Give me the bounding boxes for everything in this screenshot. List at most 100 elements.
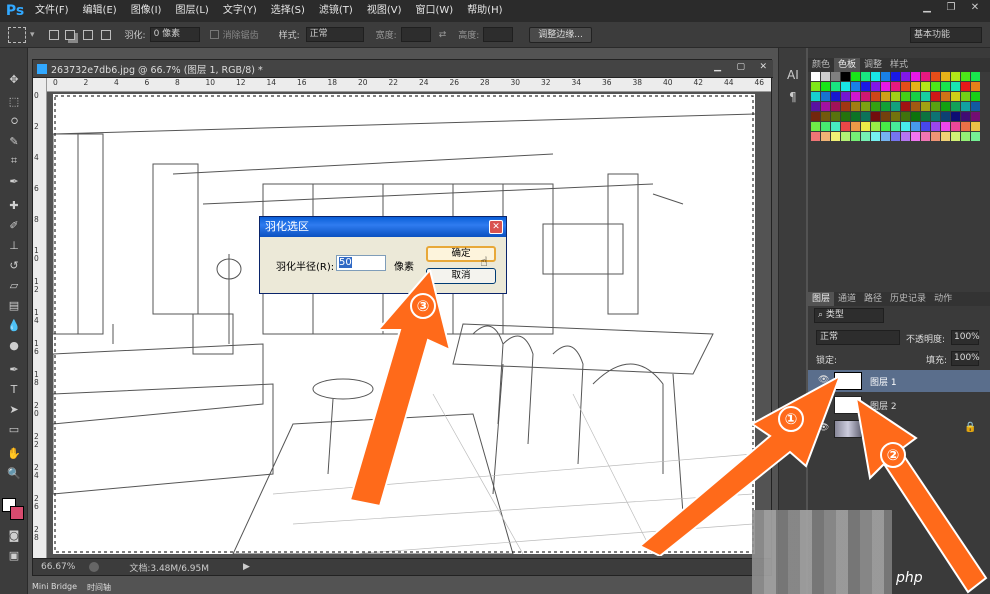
height-input[interactable]	[483, 27, 514, 42]
tab-adjustments[interactable]: 调整	[860, 58, 886, 72]
color-swatch[interactable]	[871, 82, 880, 91]
color-swatch[interactable]	[811, 122, 820, 131]
color-swatch[interactable]	[861, 132, 870, 141]
color-swatch[interactable]	[951, 122, 960, 131]
color-swatch[interactable]	[941, 132, 950, 141]
color-swatch[interactable]	[971, 102, 980, 111]
tab-actions[interactable]: 动作	[930, 292, 956, 306]
path-select-icon[interactable]: ➤	[4, 400, 24, 418]
feather-radius-input[interactable]: 50	[336, 255, 386, 271]
color-swatch[interactable]	[891, 92, 900, 101]
color-swatch[interactable]	[961, 102, 970, 111]
color-swatch[interactable]	[841, 82, 850, 91]
color-swatch[interactable]	[831, 132, 840, 141]
color-swatch[interactable]	[871, 72, 880, 81]
paragraph-panel-icon[interactable]: ¶	[789, 90, 797, 104]
color-swatch[interactable]	[891, 132, 900, 141]
color-swatch[interactable]	[911, 122, 920, 131]
color-swatch[interactable]	[931, 92, 940, 101]
color-swatch[interactable]	[931, 82, 940, 91]
refine-edge-button[interactable]: 调整边缘...	[529, 26, 592, 43]
color-swatch[interactable]	[901, 92, 910, 101]
new-selection-icon[interactable]	[48, 29, 59, 40]
color-swatch[interactable]	[971, 92, 980, 101]
restore-icon[interactable]: ❐	[942, 2, 960, 16]
color-swatch[interactable]	[891, 122, 900, 131]
color-swatch[interactable]	[921, 82, 930, 91]
menu-type[interactable]: 文字(Y)	[216, 0, 264, 22]
gradient-tool-icon[interactable]: ▤	[4, 296, 24, 314]
color-swatch[interactable]	[931, 112, 940, 121]
color-swatch[interactable]	[841, 72, 850, 81]
color-swatch[interactable]	[911, 92, 920, 101]
color-swatch[interactable]	[811, 82, 820, 91]
move-tool-icon[interactable]: ✥	[4, 70, 24, 88]
color-swatch[interactable]	[851, 132, 860, 141]
add-selection-icon[interactable]	[64, 29, 75, 40]
lasso-tool-icon[interactable]: ഠ	[4, 112, 24, 130]
color-swatch[interactable]	[881, 132, 890, 141]
color-swatch[interactable]	[841, 92, 850, 101]
menu-edit[interactable]: 编辑(E)	[76, 0, 124, 22]
eyedropper-icon[interactable]: ✒	[4, 172, 24, 190]
color-swatch[interactable]	[921, 122, 930, 131]
color-swatch[interactable]	[861, 102, 870, 111]
hand-tool-icon[interactable]: ✋	[4, 444, 24, 462]
color-swatch[interactable]	[971, 122, 980, 131]
background-color-swatch[interactable]	[10, 506, 24, 520]
color-swatch[interactable]	[821, 72, 830, 81]
color-swatch[interactable]	[911, 112, 920, 121]
color-swatch[interactable]	[931, 132, 940, 141]
color-swatch[interactable]	[911, 102, 920, 111]
tab-swatches[interactable]: 色板	[834, 58, 861, 72]
color-swatch[interactable]	[821, 132, 830, 141]
color-swatch[interactable]	[931, 122, 940, 131]
color-swatch[interactable]	[871, 122, 880, 131]
color-swatch[interactable]	[901, 82, 910, 91]
color-swatch[interactable]	[871, 102, 880, 111]
brush-tool-icon[interactable]: ✐	[4, 216, 24, 234]
color-swatch[interactable]	[901, 72, 910, 81]
color-swatch[interactable]	[891, 72, 900, 81]
color-swatch[interactable]	[881, 122, 890, 131]
color-swatch[interactable]	[901, 112, 910, 121]
color-swatch[interactable]	[951, 82, 960, 91]
color-swatch[interactable]	[841, 112, 850, 121]
dialog-close-icon[interactable]: ✕	[489, 220, 503, 234]
color-swatch[interactable]	[811, 132, 820, 141]
tab-paths[interactable]: 路径	[860, 292, 886, 306]
color-swatch[interactable]	[901, 102, 910, 111]
opacity-input[interactable]: 100%	[951, 330, 980, 345]
color-swatch[interactable]	[851, 122, 860, 131]
color-swatch[interactable]	[951, 112, 960, 121]
blend-mode-select[interactable]: 正常	[816, 330, 900, 345]
zoom-tool-icon[interactable]: 🔍	[4, 464, 24, 482]
color-swatch[interactable]	[961, 82, 970, 91]
color-swatch[interactable]	[961, 92, 970, 101]
antialias-checkbox[interactable]	[209, 30, 219, 39]
shape-tool-icon[interactable]: ▭	[4, 420, 24, 438]
chevron-down-icon[interactable]: ▾	[30, 30, 35, 40]
menu-layer[interactable]: 图层(L)	[168, 0, 215, 22]
color-swatch[interactable]	[861, 112, 870, 121]
marquee-tool-icon[interactable]: ⬚	[4, 92, 24, 110]
type-tool-icon[interactable]: T	[4, 380, 24, 398]
color-swatch[interactable]	[921, 132, 930, 141]
color-swatch[interactable]	[811, 112, 820, 121]
color-swatch[interactable]	[911, 72, 920, 81]
color-swatch[interactable]	[941, 82, 950, 91]
color-swatch[interactable]	[911, 132, 920, 141]
menu-help[interactable]: 帮助(H)	[460, 0, 509, 22]
color-swatch[interactable]	[861, 82, 870, 91]
pen-tool-icon[interactable]: ✒	[4, 360, 24, 378]
color-swatch[interactable]	[831, 72, 840, 81]
color-swatch[interactable]	[851, 92, 860, 101]
tab-mini-bridge[interactable]: Mini Bridge	[32, 582, 77, 594]
color-swatch[interactable]	[941, 122, 950, 131]
crop-tool-icon[interactable]: ⌗	[4, 152, 24, 170]
feather-input[interactable]: 0 像素	[149, 27, 200, 42]
color-swatch[interactable]	[891, 112, 900, 121]
intersect-selection-icon[interactable]	[100, 29, 111, 40]
color-swatch[interactable]	[831, 82, 840, 91]
subtract-selection-icon[interactable]	[82, 29, 93, 40]
